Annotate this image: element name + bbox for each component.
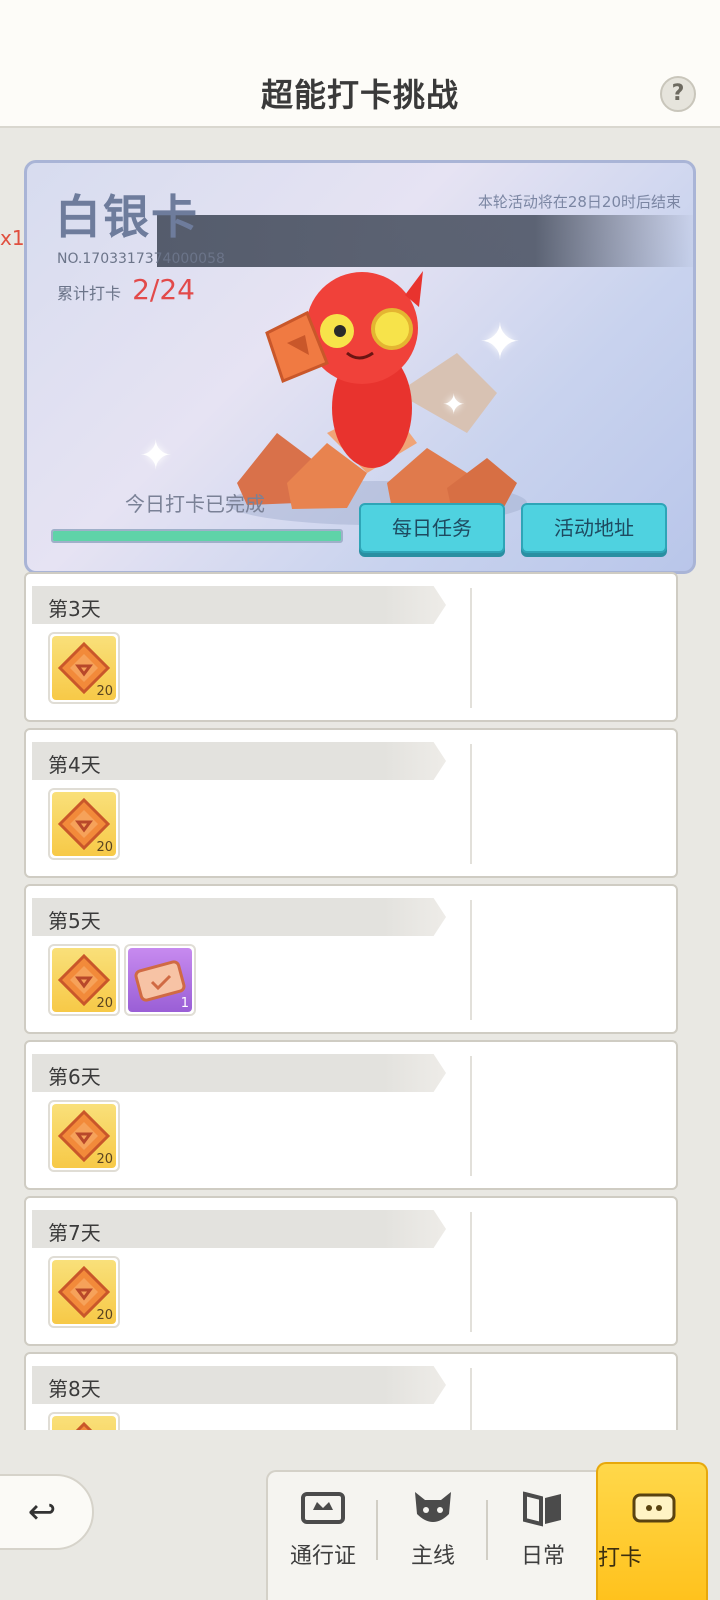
tab-label: 日常	[520, 1544, 565, 1569]
reward-background: 20	[52, 1104, 116, 1168]
tab-label: 通行证	[289, 1544, 356, 1569]
day-header: 第6天	[32, 1054, 446, 1092]
reward-background: 20	[52, 636, 116, 700]
card-divider	[470, 588, 472, 708]
day-card: 第8天	[24, 1352, 678, 1430]
day-label: 第4天	[48, 753, 101, 777]
reward-background	[52, 1416, 116, 1430]
tab-main-line[interactable]: 主线	[378, 1472, 488, 1600]
back-arrow-icon: ↩	[27, 1492, 57, 1532]
help-button[interactable]: ?	[660, 76, 696, 112]
reward-gem-item[interactable]: 20	[48, 1100, 120, 1172]
edge-overlay-label: x1	[0, 226, 25, 250]
reward-gem-item[interactable]	[48, 1412, 120, 1430]
tab-check-in[interactable]: 打卡	[596, 1462, 708, 1600]
check-in-banner: 白银卡 本轮活动将在28日20时后结束 NO.1703317374000058 …	[24, 160, 696, 574]
day-label: 第6天	[48, 1065, 101, 1089]
reward-gem-item[interactable]: 20	[48, 632, 120, 704]
day-card: 第3天 20	[24, 572, 678, 722]
daily-tasks-button[interactable]: 每日任务	[359, 503, 505, 553]
reward-count: 20	[96, 1308, 113, 1323]
day-header: 第8天	[32, 1366, 446, 1404]
reward-count: 20	[96, 996, 113, 1011]
reward-background: 20	[52, 792, 116, 856]
day-label: 第7天	[48, 1221, 101, 1245]
tab-pass[interactable]: 通行证	[268, 1472, 378, 1600]
day-card: 第7天 20	[24, 1196, 678, 1346]
tab-label: 打卡	[598, 1546, 643, 1571]
reward-count: 20	[96, 684, 113, 699]
day-header: 第5天	[32, 898, 446, 936]
activity-address-button[interactable]: 活动地址	[521, 503, 667, 553]
card-divider	[470, 900, 472, 1020]
day-card: 第4天 20	[24, 728, 678, 878]
today-status-text: 今日打卡已完成	[125, 492, 265, 516]
reward-gem-item[interactable]: 20	[48, 944, 120, 1016]
day-label: 第3天	[48, 597, 101, 621]
card-divider	[470, 744, 472, 864]
book-icon	[521, 1488, 565, 1528]
activity-end-notice: 本轮活动将在28日20时后结束	[477, 193, 681, 211]
day-label: 第8天	[48, 1377, 101, 1401]
reward-background: 20	[52, 1260, 116, 1324]
check-in-ticket-icon	[632, 1488, 676, 1528]
sparkle-icon: ✦	[442, 388, 466, 421]
reward-background: 20	[52, 948, 116, 1012]
card-divider	[470, 1212, 472, 1332]
card-tier-title: 白银卡	[55, 190, 199, 244]
cumulative-check-in-value: 2/24	[132, 273, 195, 306]
sparkle-icon: ✦	[479, 313, 521, 371]
check-in-progress-bar	[51, 529, 343, 543]
reward-count: 20	[96, 1152, 113, 1167]
tab-daily[interactable]: 日常	[488, 1472, 598, 1600]
cumulative-check-in-label: 累计打卡	[57, 284, 122, 303]
cumulative-check-in: 累计打卡 2/24	[57, 273, 195, 306]
reward-count: 20	[96, 840, 113, 855]
day-header: 第7天	[32, 1210, 446, 1248]
day-label: 第5天	[48, 909, 101, 933]
back-button[interactable]: ↩	[0, 1474, 94, 1550]
reward-ticket-item[interactable]: 1	[124, 944, 196, 1016]
day-reward-list[interactable]: 第3天 20 第4天 20 第5天 20 1 第6天 20 第7天 20 第8天	[24, 572, 678, 1430]
day-header: 第4天	[32, 742, 446, 780]
card-divider	[470, 1368, 472, 1430]
pass-card-icon	[301, 1488, 345, 1528]
reward-gem-item[interactable]: 20	[48, 788, 120, 860]
day-header: 第3天	[32, 586, 446, 624]
day-card: 第5天 20 1	[24, 884, 678, 1034]
progress-bar-fill	[53, 531, 341, 541]
top-bar: 超能打卡挑战 ?	[0, 0, 720, 128]
day-card: 第6天 20	[24, 1040, 678, 1190]
reward-count: 1	[180, 996, 189, 1011]
reward-gem-item[interactable]: 20	[48, 1256, 120, 1328]
reward-background: 1	[128, 948, 192, 1012]
gem-icon	[75, 1421, 93, 1430]
tab-label: 主线	[410, 1544, 455, 1569]
demon-face-icon	[411, 1488, 455, 1528]
page-title: 超能打卡挑战	[260, 76, 459, 114]
card-divider	[470, 1056, 472, 1176]
sparkle-icon: ✦	[139, 433, 173, 479]
